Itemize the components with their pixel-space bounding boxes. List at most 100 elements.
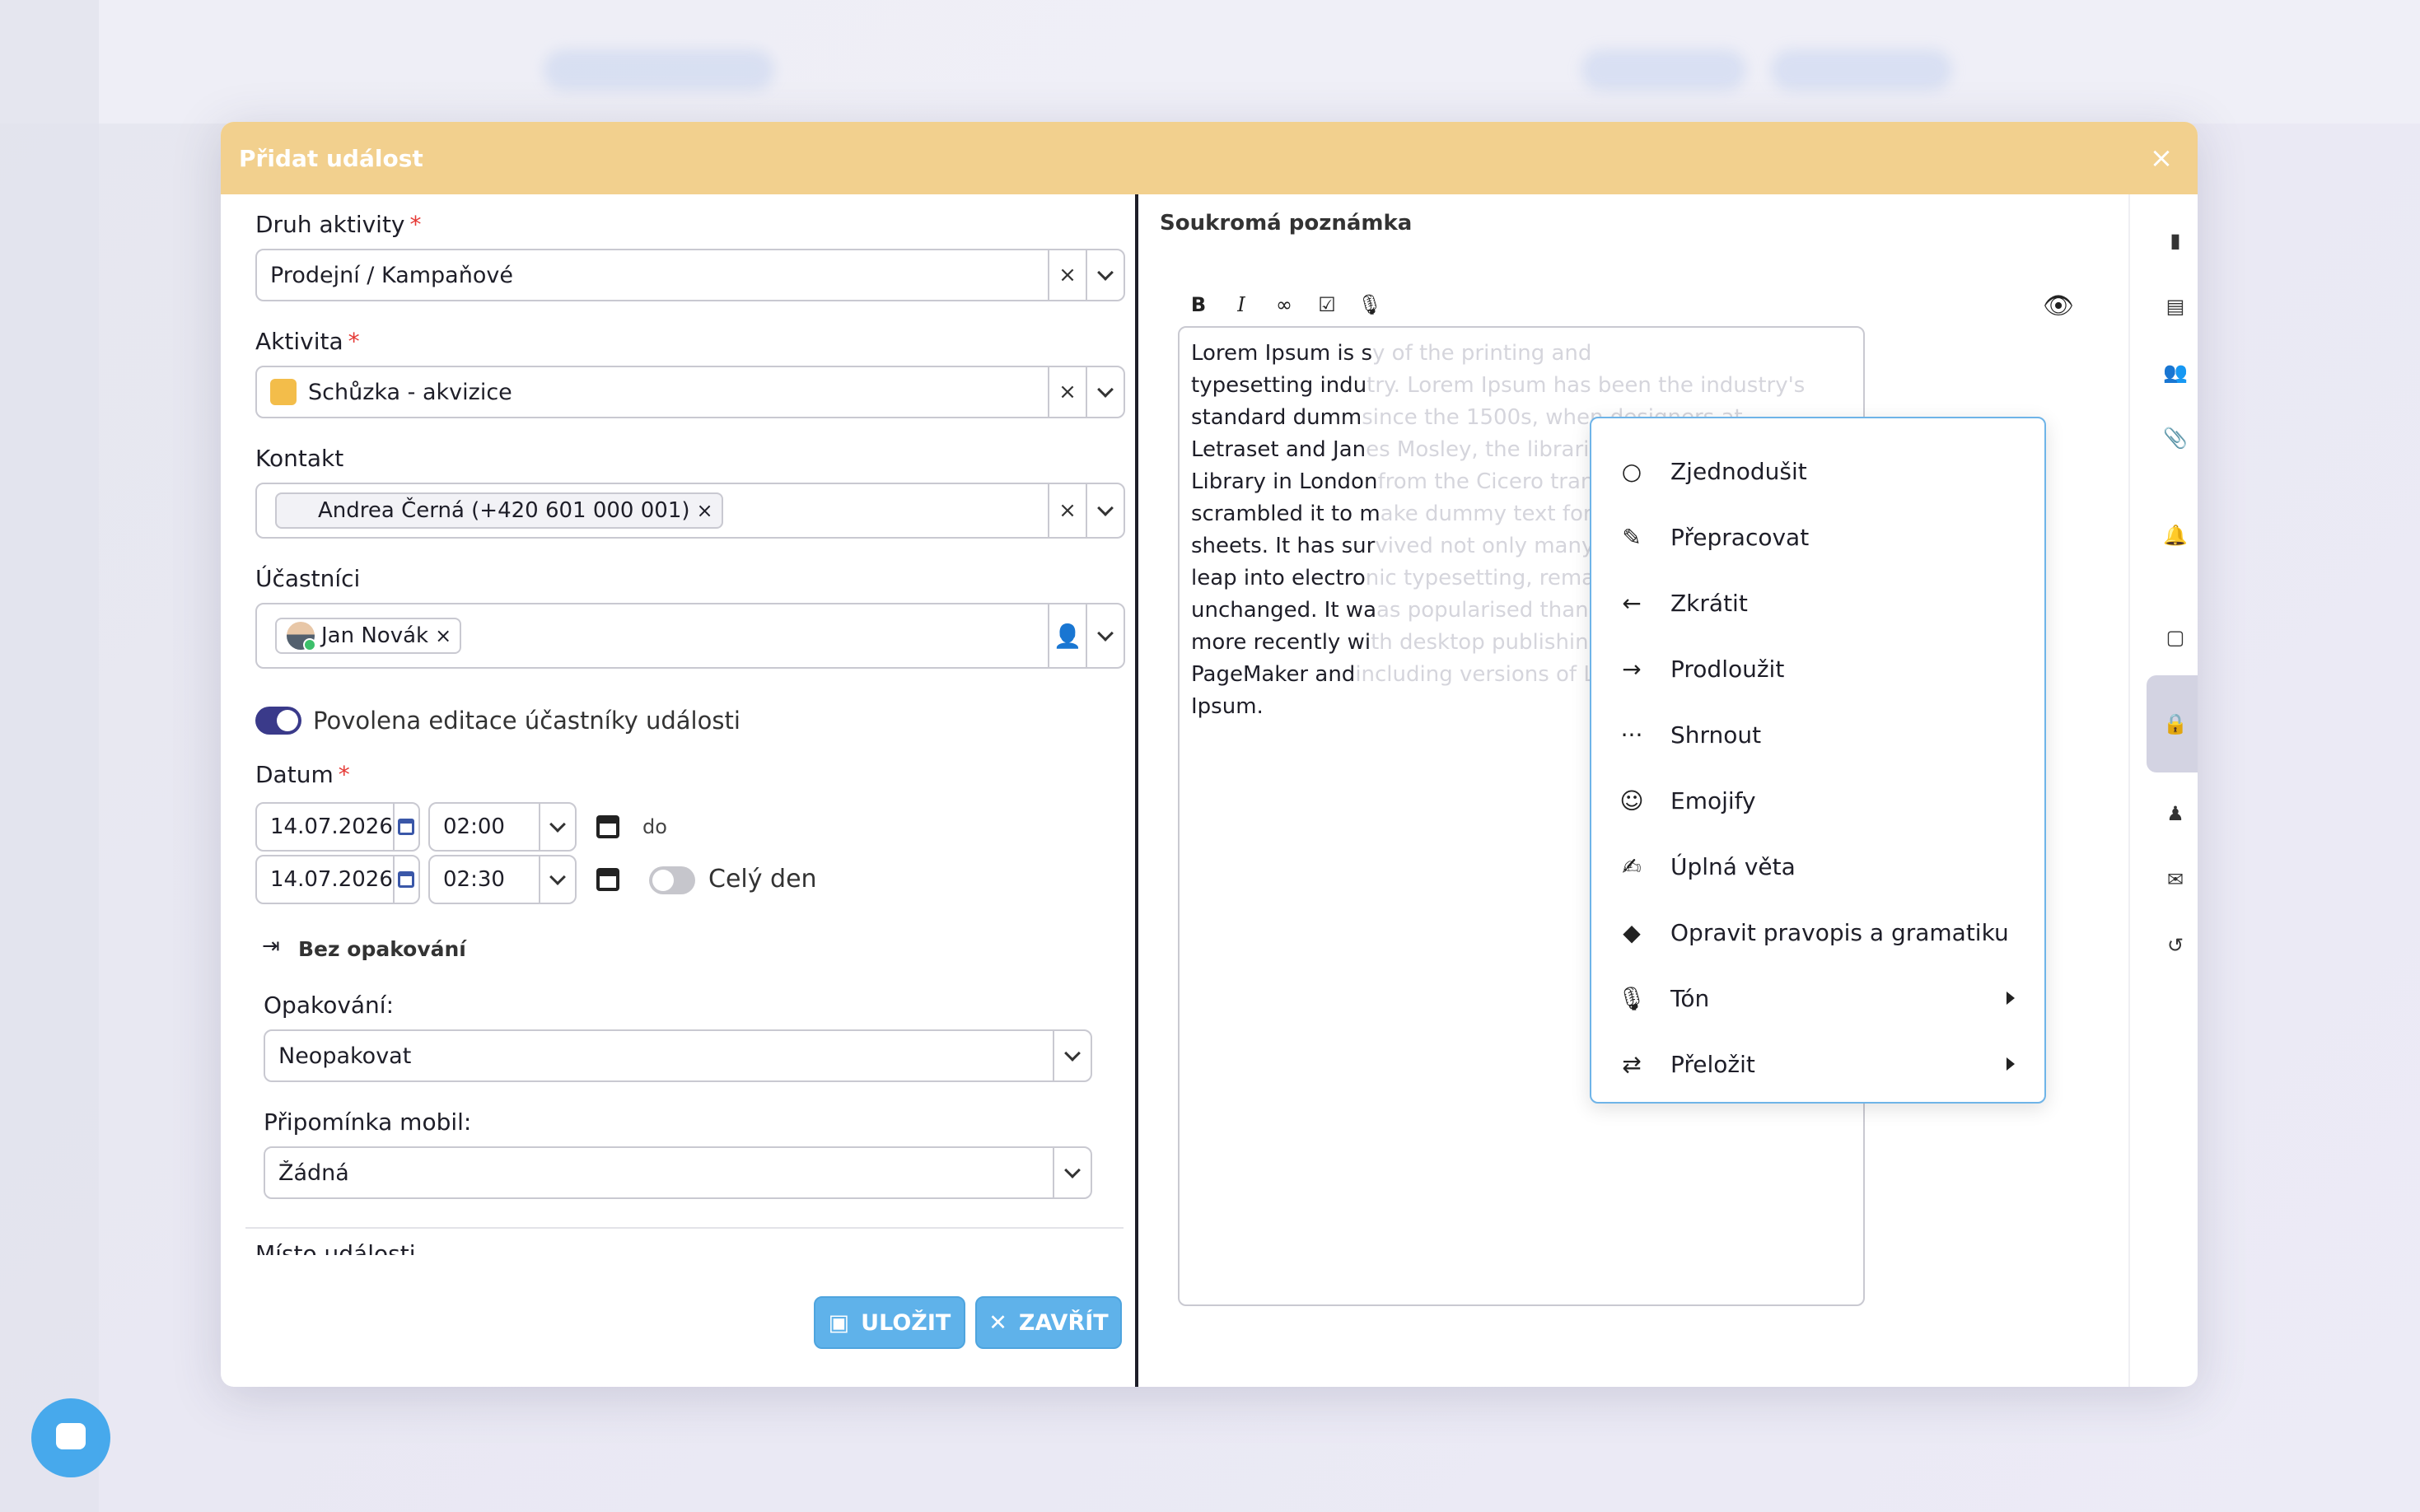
ai-menu-item-label: Emojify <box>1670 786 1756 814</box>
clear-icon[interactable]: × <box>1049 367 1086 417</box>
ai-menu-item[interactable]: ◆ Opravit pravopis a gramatiku <box>1591 899 2044 965</box>
end-date-value: 14.07.2026 <box>270 867 393 892</box>
chevron-down-icon[interactable] <box>1054 1148 1091 1197</box>
chevron-down-icon[interactable] <box>1054 1031 1091 1080</box>
ai-menu-item-label: Zjednodušit <box>1670 457 1807 485</box>
activity-value: Schůzka - akvizice <box>308 379 512 405</box>
to-label: do <box>642 815 667 838</box>
sidebar-item[interactable]: 🔔Potvrzení a připomínky kontaktům <box>2147 478 2198 593</box>
calendar-icon[interactable] <box>392 804 418 850</box>
chevron-down-icon[interactable] <box>1087 604 1124 667</box>
chevron-down-icon[interactable] <box>1087 250 1124 300</box>
chevron-down-icon[interactable] <box>539 856 575 903</box>
repeat-select[interactable]: Neopakovat <box>264 1029 1092 1082</box>
ai-menu-item[interactable]: ☺ Emojify <box>1591 768 2044 833</box>
close-button[interactable]: ✕ ZAVŘÍT <box>975 1296 1122 1349</box>
ai-menu-item[interactable]: 🎙 Tón <box>1591 965 2044 1031</box>
close-icon: ✕ <box>988 1309 1007 1336</box>
sidebar-item[interactable]: ▮Poznámka <box>2147 214 2198 267</box>
repeat-summary-link[interactable]: Bez opakování <box>298 937 466 961</box>
ai-menu-item[interactable]: ○ Zjednodušit <box>1591 438 2044 504</box>
participants-label: Účastníci <box>255 565 361 592</box>
activity-select[interactable]: Schůzka - akvizice × <box>255 366 1125 418</box>
repeat-value: Neopakovat <box>278 1043 412 1069</box>
activity-type-select[interactable]: Prodejní / Kampaňové × <box>255 249 1125 301</box>
ellipsis-icon: ··· <box>1620 721 1643 749</box>
start-date-input[interactable]: 14.07.2026 <box>255 802 420 852</box>
repeat-label: Opakování: <box>264 992 395 1019</box>
ai-menu-item-label: Přepracovat <box>1670 523 1810 551</box>
link-icon[interactable]: ∞ <box>1272 293 1296 316</box>
contact-chip-label: Andrea Černá (+420 601 000 001) <box>318 498 690 523</box>
repeat-arrow-icon: ⇥ <box>262 934 280 959</box>
chevron-down-icon[interactable] <box>1087 367 1124 417</box>
italic-icon[interactable]: I <box>1229 293 1254 316</box>
calendar-today-icon[interactable] <box>596 815 619 838</box>
eye-icon[interactable]: 👁 <box>2043 292 2074 320</box>
participants-select[interactable]: Jan Novák × 👤 <box>255 603 1125 669</box>
background-app-bar <box>0 0 2420 124</box>
microphone-icon[interactable]: 🎙 <box>1357 293 1382 316</box>
remove-chip-icon[interactable]: × <box>697 499 713 522</box>
user-group-icon[interactable]: 👤 <box>1049 604 1086 667</box>
activity-type-label: Druh aktivity * <box>255 211 422 238</box>
sidebar-item[interactable]: 📎Dokumenty <box>2147 412 2198 464</box>
end-date-input[interactable]: 14.07.2026 <box>255 855 420 904</box>
checkbox-icon[interactable]: ☑ <box>1315 293 1339 316</box>
sidebar-item[interactable]: ▤Vlastní pole <box>2147 280 2198 333</box>
ai-menu-item[interactable]: ✍ Úplná věta <box>1591 833 2044 899</box>
table-icon: ▤ <box>2165 295 2185 318</box>
chat-icon[interactable] <box>31 1398 110 1477</box>
mobile-reminder-value: Žádná <box>278 1160 349 1186</box>
clear-icon[interactable]: × <box>1049 250 1086 300</box>
sidebar-item[interactable]: 👥Účastníci <box>2147 346 2198 399</box>
date-label: Datum * <box>255 761 350 788</box>
paperclip-icon: 📎 <box>2163 427 2188 450</box>
envelope-icon: ✉ <box>2166 868 2184 891</box>
arrow-left-icon: ← <box>1622 589 1642 617</box>
activity-type-value: Prodejní / Kampaňové <box>270 262 513 288</box>
ai-menu-item[interactable]: ✎ Přepracovat <box>1591 504 2044 570</box>
editor-toolbar: B I ∞ ☑ 🎙 <box>1176 287 1383 323</box>
nav-divider <box>2128 194 2130 1387</box>
sidebar-item[interactable]: 🔒Soukromá poznámka <box>2147 675 2198 772</box>
start-time-input[interactable]: 02:00 <box>428 802 577 852</box>
modal-title: Přidat událost <box>239 144 423 172</box>
sidebar-item[interactable]: ▢Historie kontaktu <box>2147 611 2198 664</box>
modal-header: Přidat událost × <box>221 122 2198 194</box>
ai-menu-item[interactable]: ··· Shrnout <box>1591 702 2044 768</box>
microphone-icon: 🎙 <box>1617 984 1647 1012</box>
note-text-line: Lorem Ipsum is sy of the printing and <box>1191 341 1592 366</box>
activity-label: Aktivita * <box>255 328 360 355</box>
contact-label: Kontakt <box>255 445 344 472</box>
save-icon: ▣ <box>828 1309 850 1336</box>
ai-menu-item[interactable]: ⇄ Přeložit <box>1591 1031 2044 1097</box>
end-time-input[interactable]: 02:30 <box>428 855 577 904</box>
all-day-toggle[interactable] <box>649 866 695 894</box>
clear-icon[interactable]: × <box>1049 484 1086 537</box>
participant-chip-label: Jan Novák <box>321 623 429 648</box>
submenu-arrow-icon <box>2007 1057 2015 1071</box>
calendar-today-icon[interactable] <box>596 868 619 891</box>
ai-menu-item[interactable]: → Prodloužit <box>1591 636 2044 702</box>
chevron-down-icon[interactable] <box>1087 484 1124 537</box>
sidebar-item[interactable]: ♟Rezervace <box>2147 787 2198 840</box>
contact-select[interactable]: Andrea Černá (+420 601 000 001) × × <box>255 483 1125 539</box>
save-button[interactable]: ▣ ULOŽIT <box>814 1296 965 1349</box>
ai-actions-menu: ○ Zjednodušit ✎ Přepracovat ← Zkrátit → Prodlou… <box>1590 417 2046 1104</box>
sidebar-item[interactable]: ✉E-maily <box>2147 853 2198 906</box>
background-blur-shape <box>1771 49 1952 91</box>
edit-participants-label: Povolena editace účastníky události <box>313 707 740 735</box>
close-icon[interactable]: × <box>2143 140 2179 176</box>
calendar-icon[interactable] <box>392 856 418 903</box>
sidebar-item[interactable]: ↺Operace <box>2147 919 2198 972</box>
lock-icon: 🔒 <box>2163 712 2188 735</box>
mobile-reminder-select[interactable]: Žádná <box>264 1146 1092 1199</box>
chevron-down-icon[interactable] <box>539 804 575 850</box>
bold-icon[interactable]: B <box>1186 293 1211 316</box>
note-icon: ▢ <box>2165 626 2185 649</box>
ai-menu-item[interactable]: ← Zkrátit <box>1591 570 2044 636</box>
event-form: Druh aktivity * Prodejní / Kampaňové × Ak… <box>221 194 1135 1387</box>
remove-chip-icon[interactable]: × <box>435 624 451 647</box>
edit-participants-toggle[interactable] <box>255 707 301 735</box>
